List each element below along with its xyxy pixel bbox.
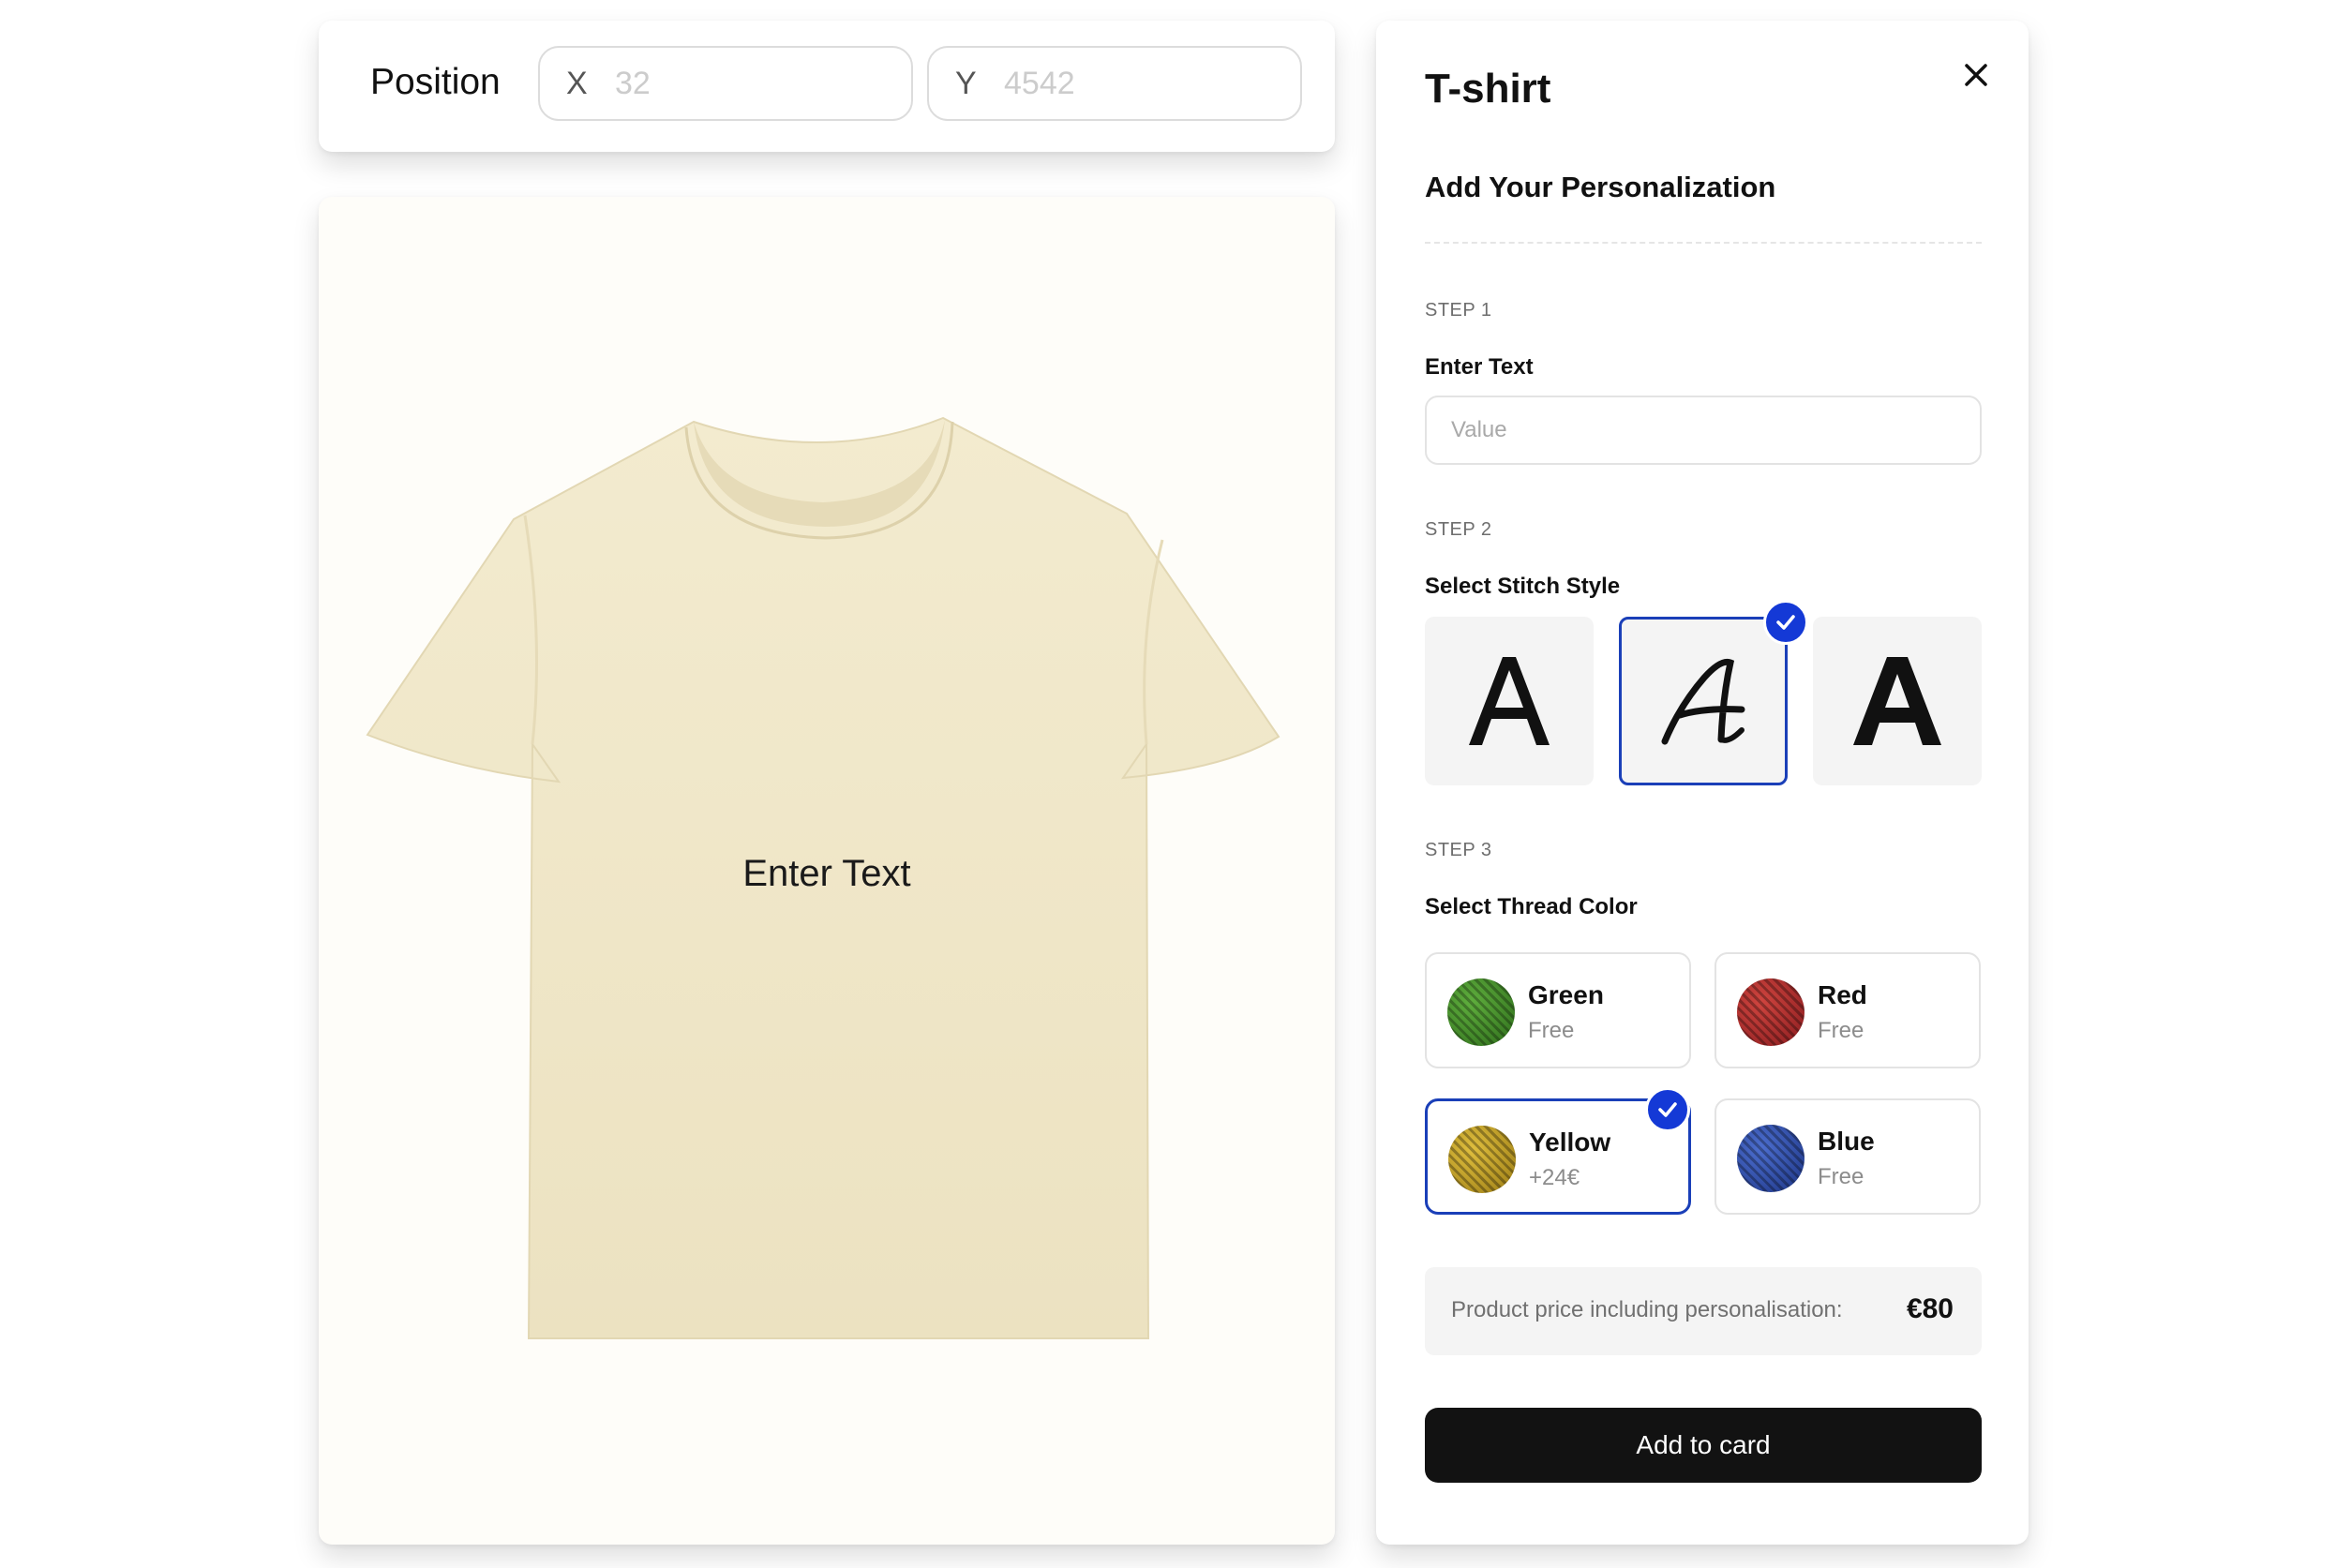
color-price: Free [1818,1164,1864,1189]
enter-text-label: Enter Text [1425,354,1534,380]
add-to-cart-button[interactable]: Add to card [1425,1408,1982,1483]
thread-color-blue[interactable]: Blue Free [1715,1098,1981,1215]
product-title: T-shirt [1425,66,1551,112]
price-summary: Product price including personalisation:… [1425,1267,1982,1355]
divider [1425,242,1982,244]
color-name: Yellow [1529,1127,1611,1157]
price-label: Product price including personalisation: [1451,1297,1843,1322]
selected-check-icon [1645,1087,1690,1132]
position-x-field[interactable]: X [538,46,913,121]
text-input[interactable] [1425,396,1982,465]
color-name: Green [1528,980,1604,1009]
thread-color-green[interactable]: Green Free [1425,952,1691,1068]
position-bar: Position X Y [319,21,1335,152]
panel-subtitle: Add Your Personalization [1425,171,1776,203]
personalization-panel: T-shirt Add Your Personalization STEP 1 … [1376,21,2029,1545]
y-axis-label: Y [955,65,977,101]
color-name: Red [1818,980,1867,1009]
color-price: Free [1818,1018,1864,1043]
position-x-input[interactable] [613,64,879,103]
color-name: Blue [1818,1127,1875,1156]
position-y-field[interactable]: Y [927,46,1302,121]
position-label: Position [370,62,501,102]
stitch-style-bold[interactable] [1813,617,1982,785]
red-swatch [1737,978,1804,1046]
position-y-input[interactable] [1002,64,1268,103]
yellow-swatch [1448,1126,1516,1193]
stitch-style-script[interactable] [1619,617,1788,785]
stitch-style-label: Select Stitch Style [1425,574,1621,599]
selected-check-icon [1763,600,1808,645]
thread-color-label: Select Thread Color [1425,894,1638,919]
color-price: +24€ [1529,1165,1580,1190]
step1-label: STEP 1 [1425,300,1492,321]
step3-label: STEP 3 [1425,840,1492,860]
letter-a-script-icon [1661,658,1745,745]
letter-a-bold-icon [1853,657,1941,745]
product-preview: Enter Text [319,197,1335,1545]
shirt-text-overlay: Enter Text [742,853,911,894]
price-value: €80 [1906,1293,1954,1324]
stitch-style-sans[interactable] [1425,617,1594,785]
thread-color-red[interactable]: Red Free [1715,952,1981,1068]
green-swatch [1447,978,1515,1046]
step2-label: STEP 2 [1425,519,1492,540]
color-price: Free [1528,1018,1575,1043]
letter-a-sans-icon [1469,657,1550,745]
x-axis-label: X [566,65,588,101]
close-icon[interactable] [1957,56,1995,94]
blue-swatch [1737,1125,1804,1192]
